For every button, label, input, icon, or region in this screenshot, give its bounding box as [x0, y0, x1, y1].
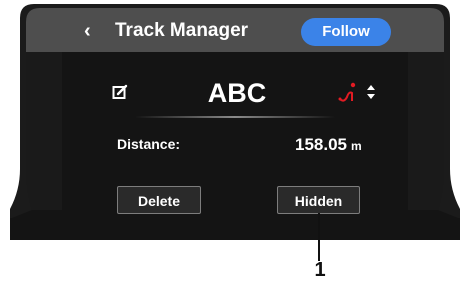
- distance-number: 158.05: [295, 135, 347, 154]
- distance-unit: m: [351, 139, 362, 153]
- header-bar: ‹ Track Manager Follow: [63, 10, 408, 52]
- edit-icon[interactable]: [112, 84, 128, 100]
- distance-value: 158.05 m: [295, 134, 362, 157]
- chevron-left-icon[interactable]: ‹: [84, 19, 91, 43]
- follow-button[interactable]: Follow: [301, 18, 391, 46]
- callout-line: [318, 213, 320, 261]
- track-icon[interactable]: [338, 81, 358, 105]
- sort-arrows-icon[interactable]: [366, 84, 376, 100]
- track-name: ABC: [207, 78, 267, 108]
- divider: [135, 116, 335, 118]
- callout-number: 1: [314, 259, 326, 281]
- delete-button[interactable]: Delete: [117, 186, 201, 214]
- page-title: Track Manager: [115, 20, 249, 41]
- screenshot-stage: ‹ Track Manager Follow ABC Distance: 158…: [0, 0, 469, 288]
- distance-label: Distance:: [117, 136, 181, 152]
- hidden-button[interactable]: Hidden: [277, 186, 360, 214]
